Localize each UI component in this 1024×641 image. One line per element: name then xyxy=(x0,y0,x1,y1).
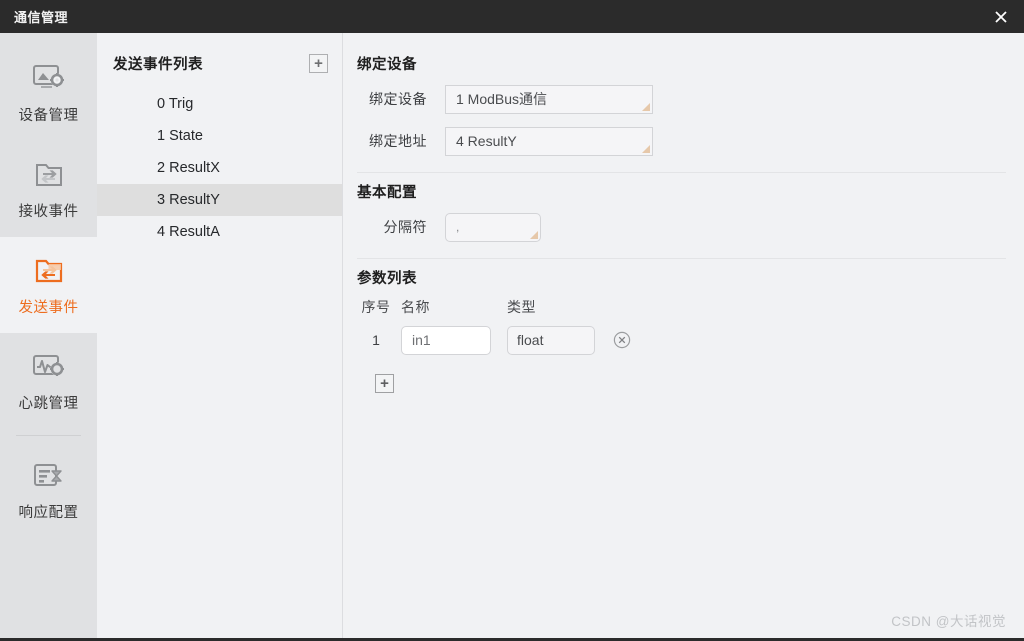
param-type-select[interactable]: float xyxy=(507,325,595,355)
plus-icon: + xyxy=(380,374,389,392)
list-item-label: 3 ResultY xyxy=(157,192,220,208)
watermark: CSDN @大话视觉 xyxy=(891,614,1006,629)
table-row: 1 in1 float xyxy=(357,320,1006,360)
sidebar-item-send-event[interactable]: 发送事件 xyxy=(0,237,97,333)
separator-value: , xyxy=(456,220,460,234)
param-table-header: 序号 名称 类型 xyxy=(357,294,1006,320)
dropdown-corner-icon xyxy=(530,230,538,239)
add-param-button[interactable]: + xyxy=(375,374,394,393)
bind-address-select[interactable]: 4 ResultY xyxy=(445,126,653,156)
bind-device-section-title: 绑定设备 xyxy=(357,57,417,73)
list-item[interactable]: 1 State xyxy=(97,120,342,152)
param-type-value: float xyxy=(517,332,544,348)
param-name-value: in1 xyxy=(412,332,431,348)
sidebar-item-heartbeat-management[interactable]: 心跳管理 xyxy=(0,333,97,429)
separator-label: 分隔符 xyxy=(383,219,427,235)
param-table: 序号 名称 类型 1 in1 float + xyxy=(357,294,1006,393)
add-event-button[interactable]: + xyxy=(309,54,328,73)
dropdown-corner-icon xyxy=(642,144,650,153)
list-item-label: 1 State xyxy=(157,128,203,144)
sidebar-item-receive-event[interactable]: 接收事件 xyxy=(0,141,97,237)
sidebar-item-label: 设备管理 xyxy=(18,108,79,124)
list-item[interactable]: 2 ResultX xyxy=(97,152,342,184)
list-hourglass-icon xyxy=(33,464,62,486)
sidebar-filler xyxy=(0,538,97,638)
folder-receive-icon xyxy=(35,164,62,186)
delete-param-button[interactable] xyxy=(613,331,631,349)
list-item[interactable]: 4 ResultA xyxy=(97,216,342,248)
sidebar-item-device-management[interactable]: 设备管理 xyxy=(0,45,97,141)
close-icon xyxy=(995,10,1007,23)
param-list-section-title: 参数列表 xyxy=(357,271,417,287)
list-item-label: 4 ResultA xyxy=(157,224,220,240)
param-index: 1 xyxy=(372,332,380,348)
list-item[interactable]: 0 Trig xyxy=(97,88,342,120)
sidebar-item-label: 心跳管理 xyxy=(18,396,79,412)
sidebar-item-label: 接收事件 xyxy=(18,204,79,220)
param-name-cell: in1 xyxy=(395,325,501,355)
bind-address-label: 绑定地址 xyxy=(369,133,427,149)
separator-row: 分隔符 , xyxy=(357,206,1006,248)
window-body: 设备管理 接收事件 发送事件 心跳管理 响应配置 发送事件列表 + 0 Trig… xyxy=(0,33,1024,638)
column-header-type: 类型 xyxy=(507,299,536,315)
plus-icon: + xyxy=(314,54,323,72)
close-circle-icon xyxy=(613,331,631,349)
event-list-header: 发送事件列表 + xyxy=(97,45,342,82)
close-button[interactable] xyxy=(978,0,1024,33)
section-divider xyxy=(357,258,1006,259)
application-window: 通信管理 设备管理 接收事件 发送事件 心跳管理 响应配置 发送事件列表 + 0… xyxy=(0,0,1024,641)
sidebar-item-response-config[interactable]: 响应配置 xyxy=(0,442,97,538)
dropdown-corner-icon xyxy=(642,102,650,111)
list-item-label: 2 ResultX xyxy=(157,160,220,176)
window-title: 通信管理 xyxy=(14,10,69,25)
sidebar-divider xyxy=(16,435,81,436)
sidebar: 设备管理 接收事件 发送事件 心跳管理 响应配置 xyxy=(0,33,97,638)
event-list: 0 Trig 1 State 2 ResultX 3 ResultY 4 Res… xyxy=(97,88,342,248)
section-divider xyxy=(357,172,1006,173)
column-header-name: 名称 xyxy=(401,299,430,315)
list-item-selected[interactable]: 3 ResultY xyxy=(97,184,342,216)
column-header-index: 序号 xyxy=(361,299,391,315)
send-event-list-panel: 发送事件列表 + 0 Trig 1 State 2 ResultX 3 Resu… xyxy=(97,33,343,638)
monitor-gear-icon xyxy=(32,65,64,88)
detail-panel: 绑定设备 绑定设备 1 ModBus通信 绑定地址 4 ResultY 基本配置… xyxy=(343,33,1024,638)
bind-device-label: 绑定设备 xyxy=(369,91,427,107)
basic-config-section-title: 基本配置 xyxy=(357,185,417,201)
bind-address-value: 4 ResultY xyxy=(456,133,517,149)
bind-address-row: 绑定地址 4 ResultY xyxy=(357,120,1006,162)
param-name-input[interactable]: in1 xyxy=(401,325,491,355)
bind-device-select[interactable]: 1 ModBus通信 xyxy=(445,84,653,114)
bind-device-value: 1 ModBus通信 xyxy=(456,91,548,107)
sidebar-item-label: 响应配置 xyxy=(18,505,79,521)
param-action-cell xyxy=(605,331,645,349)
event-list-title: 发送事件列表 xyxy=(113,57,203,73)
param-type-cell: float xyxy=(501,325,605,355)
separator-select[interactable]: , xyxy=(445,212,541,242)
folder-send-icon xyxy=(35,259,62,283)
title-bar: 通信管理 xyxy=(0,0,1024,33)
sidebar-item-label: 发送事件 xyxy=(18,300,79,316)
bind-device-row: 绑定设备 1 ModBus通信 xyxy=(357,78,1006,120)
waveform-gear-icon xyxy=(32,355,64,376)
list-item-label: 0 Trig xyxy=(157,96,194,112)
